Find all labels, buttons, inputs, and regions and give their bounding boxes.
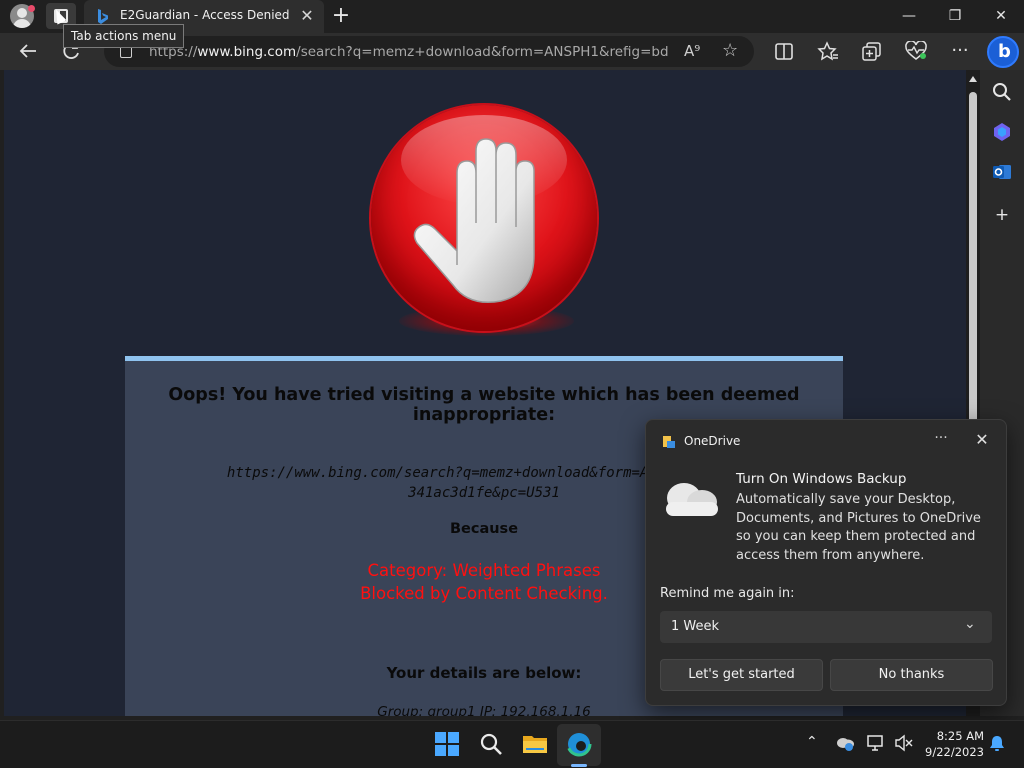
remind-label: Remind me again in: bbox=[660, 586, 795, 601]
search-icon[interactable] bbox=[478, 731, 504, 757]
stop-hand-icon bbox=[371, 105, 597, 331]
onedrive-app-icon bbox=[663, 436, 675, 448]
remind-interval-value: 1 Week bbox=[671, 619, 720, 634]
bing-favicon-icon bbox=[98, 9, 108, 24]
onedrive-icon[interactable] bbox=[835, 734, 855, 752]
more-icon[interactable]: ··· bbox=[948, 41, 972, 61]
close-window-button[interactable]: ✕ bbox=[978, 0, 1024, 33]
toast-app-name: OneDrive bbox=[684, 434, 741, 448]
no-thanks-button[interactable]: No thanks bbox=[830, 659, 993, 691]
bing-chat-icon[interactable] bbox=[987, 36, 1019, 68]
restore-button[interactable]: ❐ bbox=[932, 0, 978, 33]
favorites-icon[interactable] bbox=[816, 41, 840, 61]
address-bar[interactable]: https://www.bing.com/search?q=memz+downl… bbox=[104, 36, 754, 67]
add-icon[interactable]: + bbox=[990, 203, 1014, 227]
lets-get-started-button[interactable]: Let's get started bbox=[660, 659, 823, 691]
notifications-icon[interactable] bbox=[988, 734, 1006, 752]
network-icon[interactable] bbox=[866, 734, 886, 752]
scroll-up-arrow-icon[interactable] bbox=[969, 76, 977, 82]
url-text[interactable]: https://www.bing.com/search?q=memz+downl… bbox=[149, 44, 669, 60]
taskbar-running-indicator bbox=[571, 764, 587, 767]
system-clock[interactable]: 8:25 AM 9/22/2023 bbox=[920, 728, 984, 760]
back-arrow-icon[interactable] bbox=[16, 41, 40, 61]
minimize-button[interactable]: — bbox=[886, 0, 932, 33]
collections-icon[interactable] bbox=[860, 41, 884, 61]
outlook-icon[interactable] bbox=[990, 160, 1014, 184]
tab-title: E2Guardian - Access Denied bbox=[120, 8, 290, 22]
toast-close-icon[interactable]: ✕ bbox=[971, 430, 993, 449]
toast-more-icon[interactable]: ··· bbox=[930, 430, 952, 446]
profile-notification-dot bbox=[28, 5, 35, 12]
cloud-icon bbox=[666, 483, 718, 516]
clock-time: 8:25 AM bbox=[936, 729, 984, 743]
onedrive-notification: OneDrive ··· ✕ Turn On Windows Backup Au… bbox=[645, 419, 1007, 706]
toast-body: Automatically save your Desktop, Documen… bbox=[736, 492, 981, 563]
volume-muted-icon[interactable] bbox=[894, 734, 914, 752]
file-explorer-icon[interactable] bbox=[522, 731, 548, 757]
favorite-star-icon[interactable]: ☆ bbox=[722, 40, 738, 61]
read-aloud-icon[interactable]: A⁹ bbox=[684, 42, 700, 60]
clock-date: 9/22/2023 bbox=[925, 745, 984, 759]
chevron-down-icon: ⌄ bbox=[964, 616, 976, 632]
new-tab-button[interactable]: + bbox=[330, 5, 352, 27]
taskbar: ⌃ 8:25 AM 9/22/2023 bbox=[0, 720, 1024, 768]
edge-icon[interactable] bbox=[566, 731, 592, 757]
tooltip: Tab actions menu bbox=[63, 24, 185, 48]
toast-title: Turn On Windows Backup bbox=[736, 471, 907, 487]
split-screen-icon[interactable] bbox=[772, 42, 796, 62]
heartbeat-icon[interactable] bbox=[904, 41, 928, 61]
chevron-up-icon[interactable]: ⌃ bbox=[806, 734, 818, 750]
remind-interval-select[interactable]: 1 Week ⌄ bbox=[660, 611, 992, 643]
tab-close-icon[interactable]: ✕ bbox=[298, 7, 316, 25]
copilot-icon[interactable] bbox=[990, 120, 1014, 144]
search-icon[interactable] bbox=[990, 80, 1014, 104]
windows-start-icon[interactable] bbox=[434, 731, 460, 757]
